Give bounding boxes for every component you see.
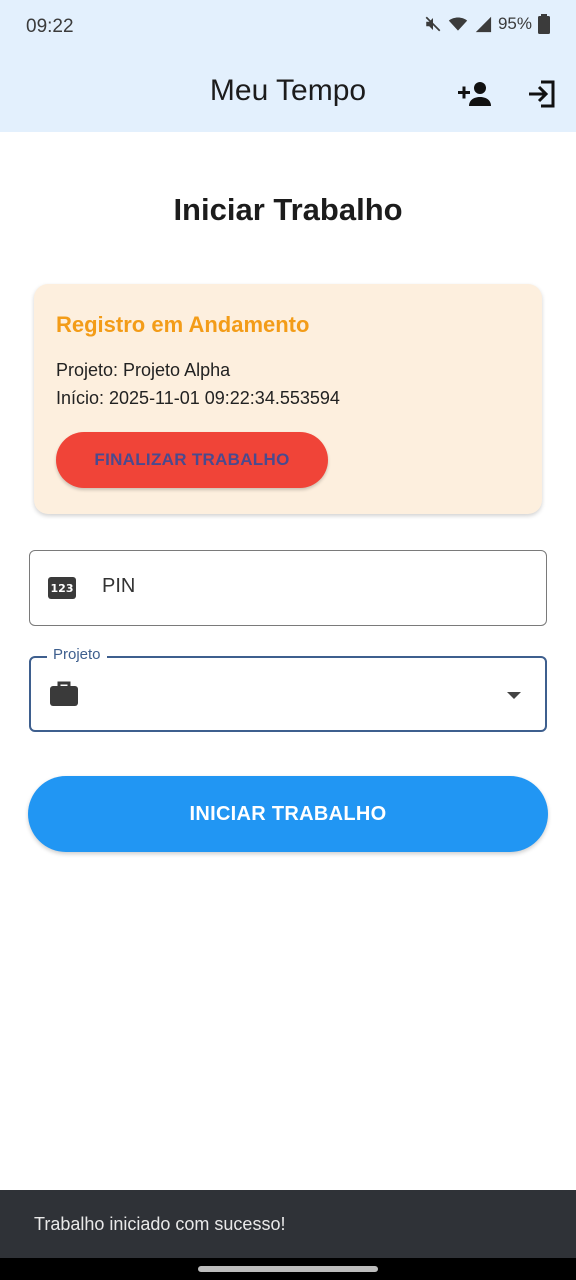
login-button[interactable] [520,72,564,116]
signal-icon [475,16,492,33]
active-record-project: Projeto: Projeto Alpha [56,360,231,380]
svg-text:123: 123 [51,582,74,595]
active-record-start: Início: 2025-11-01 09:22:34.553594 [56,388,340,408]
home-gesture-handle[interactable] [198,1266,378,1272]
add-user-icon [458,82,491,106]
wifi-icon [448,17,468,31]
app-bar: Meu Tempo [0,54,576,132]
system-nav-bar [0,1258,576,1280]
snackbar-message: Trabalho iniciado com sucesso! [34,1214,286,1234]
snackbar: Trabalho iniciado com sucesso! [0,1190,576,1258]
battery-percent: 95% [497,14,532,33]
project-label: Projeto [47,646,107,663]
pin-field[interactable]: 123 PIN [29,550,547,626]
briefcase-icon [50,681,78,706]
page-title: Iniciar Trabalho [173,192,403,227]
login-icon [529,80,555,108]
pin-123-icon: 123 [48,577,76,599]
start-work-button[interactable]: INICIAR TRABALHO [28,776,548,852]
add-user-button[interactable] [453,72,497,116]
mute-icon [425,16,441,32]
active-record-title: Registro em Andamento [56,312,310,337]
finish-work-button[interactable]: FINALIZAR TRABALHO [56,432,328,488]
project-dropdown[interactable]: Projeto [29,646,547,732]
battery-icon [538,14,550,34]
pin-placeholder: PIN [102,575,136,597]
dropdown-arrow-icon[interactable] [507,692,521,699]
active-record-card: Registro em Andamento Projeto: Projeto A… [34,284,542,514]
status-bar: 09:22 95% [0,0,576,54]
status-time: 09:22 [26,16,74,37]
status-icons: 95% [424,14,550,34]
